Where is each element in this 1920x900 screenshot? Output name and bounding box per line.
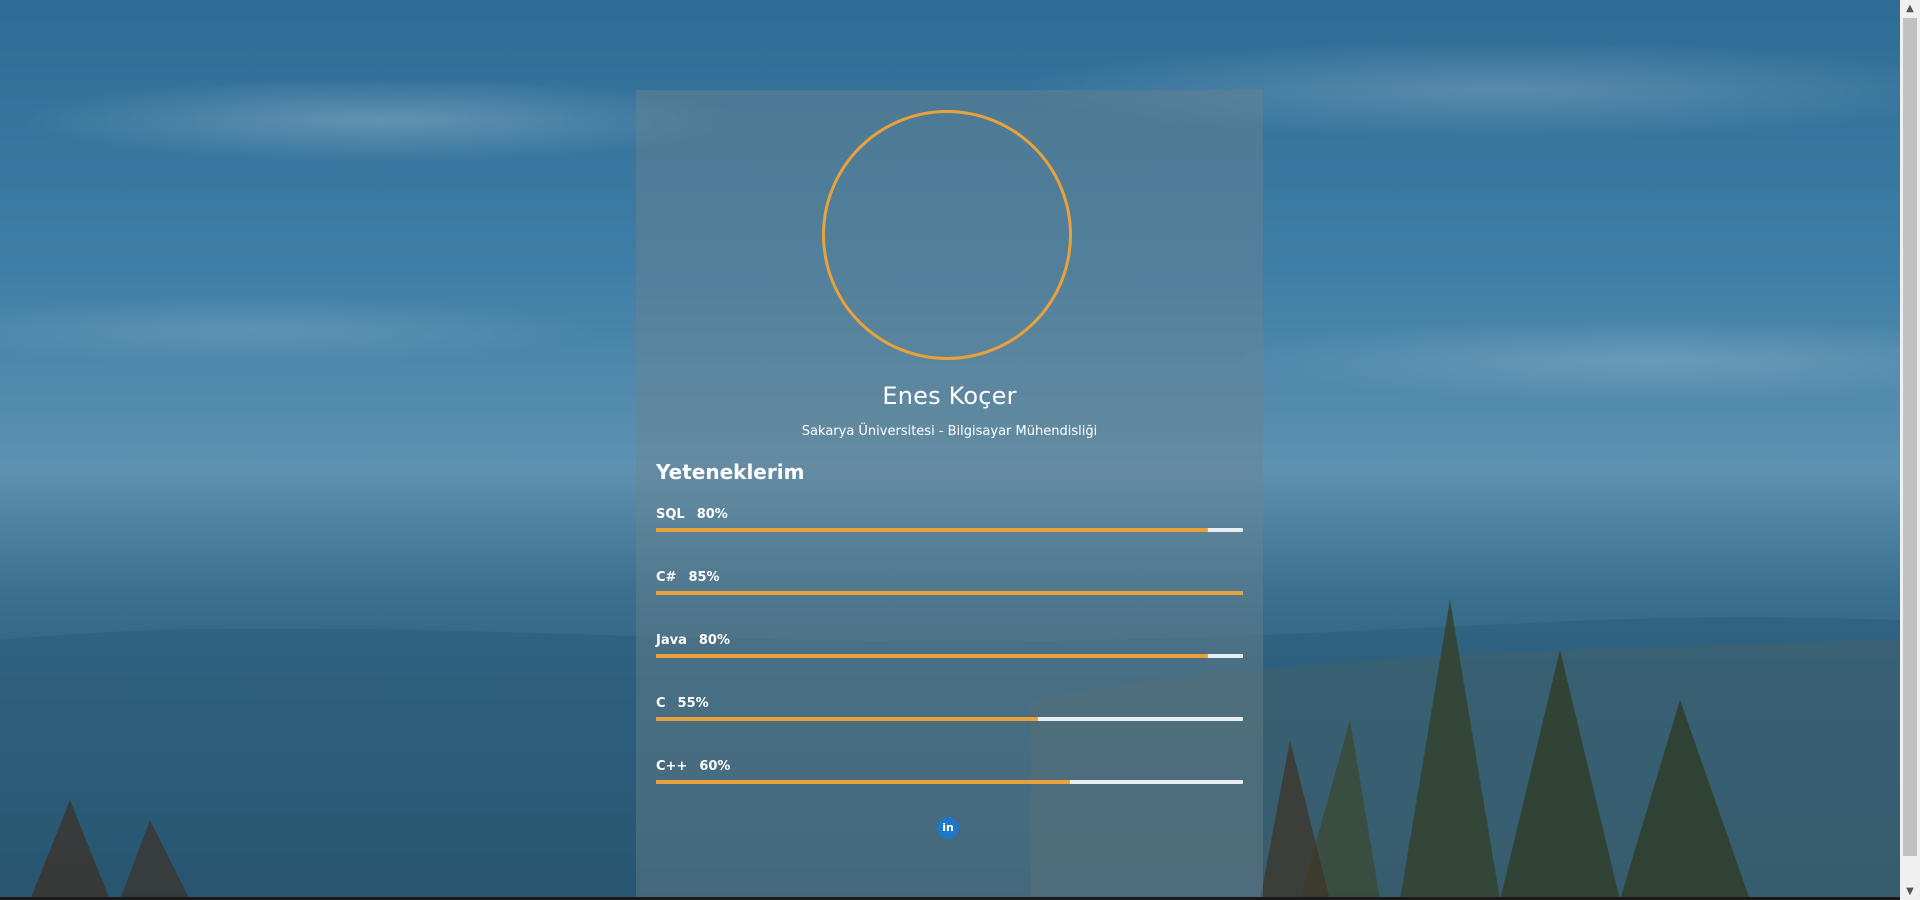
profile-avatar-circle <box>822 110 1072 360</box>
skill-bar-fill <box>656 591 1243 595</box>
skill-name: C <box>656 696 666 711</box>
skill-sql: SQL 80% <box>656 507 1243 547</box>
skill-percent: 80% <box>696 507 728 522</box>
skill-percent: 80% <box>698 633 730 648</box>
skills-title: Yeteneklerim <box>656 460 805 484</box>
skill-label: SQL 80% <box>656 507 728 522</box>
skill-bar-fill <box>656 654 1208 658</box>
skill-csharp: C# 85% <box>656 570 1243 610</box>
skill-bar-track <box>656 780 1243 784</box>
skill-label: Java 80% <box>656 633 730 648</box>
skill-java: Java 80% <box>656 633 1243 673</box>
skill-label: C++ 60% <box>656 759 730 774</box>
skill-c: C 55% <box>656 696 1243 736</box>
skill-bar-track <box>656 528 1243 532</box>
skill-percent: 55% <box>677 696 709 711</box>
skill-percent: 60% <box>699 759 731 774</box>
skill-name: Java <box>656 633 687 648</box>
skill-bar-track <box>656 654 1243 658</box>
skill-bar-track <box>656 591 1243 595</box>
scrollbar-thumb[interactable] <box>1903 18 1917 856</box>
skill-bar-track <box>656 717 1243 721</box>
skill-name: SQL <box>656 507 685 522</box>
skill-percent: 85% <box>688 570 720 585</box>
skill-cpp: C++ 60% <box>656 759 1243 799</box>
skill-label: C 55% <box>656 696 709 711</box>
skill-label: C# 85% <box>656 570 720 585</box>
vertical-scrollbar[interactable]: ▲ ▼ <box>1900 0 1920 900</box>
profile-name: Enes Koçer <box>882 382 1017 410</box>
skill-bar-fill <box>656 717 1038 721</box>
skill-bar-fill <box>656 528 1208 532</box>
linkedin-icon[interactable]: in <box>937 817 959 839</box>
skill-bar-fill <box>656 780 1070 784</box>
scroll-down-icon[interactable]: ▼ <box>1900 883 1920 900</box>
scroll-up-icon[interactable]: ▲ <box>1900 0 1920 17</box>
profile-card: Enes Koçer Sakarya Üniversitesi - Bilgis… <box>636 90 1263 900</box>
skill-name: C++ <box>656 759 688 774</box>
profile-subtitle: Sakarya Üniversitesi - Bilgisayar Mühend… <box>801 424 1098 439</box>
skill-name: C# <box>656 570 677 585</box>
